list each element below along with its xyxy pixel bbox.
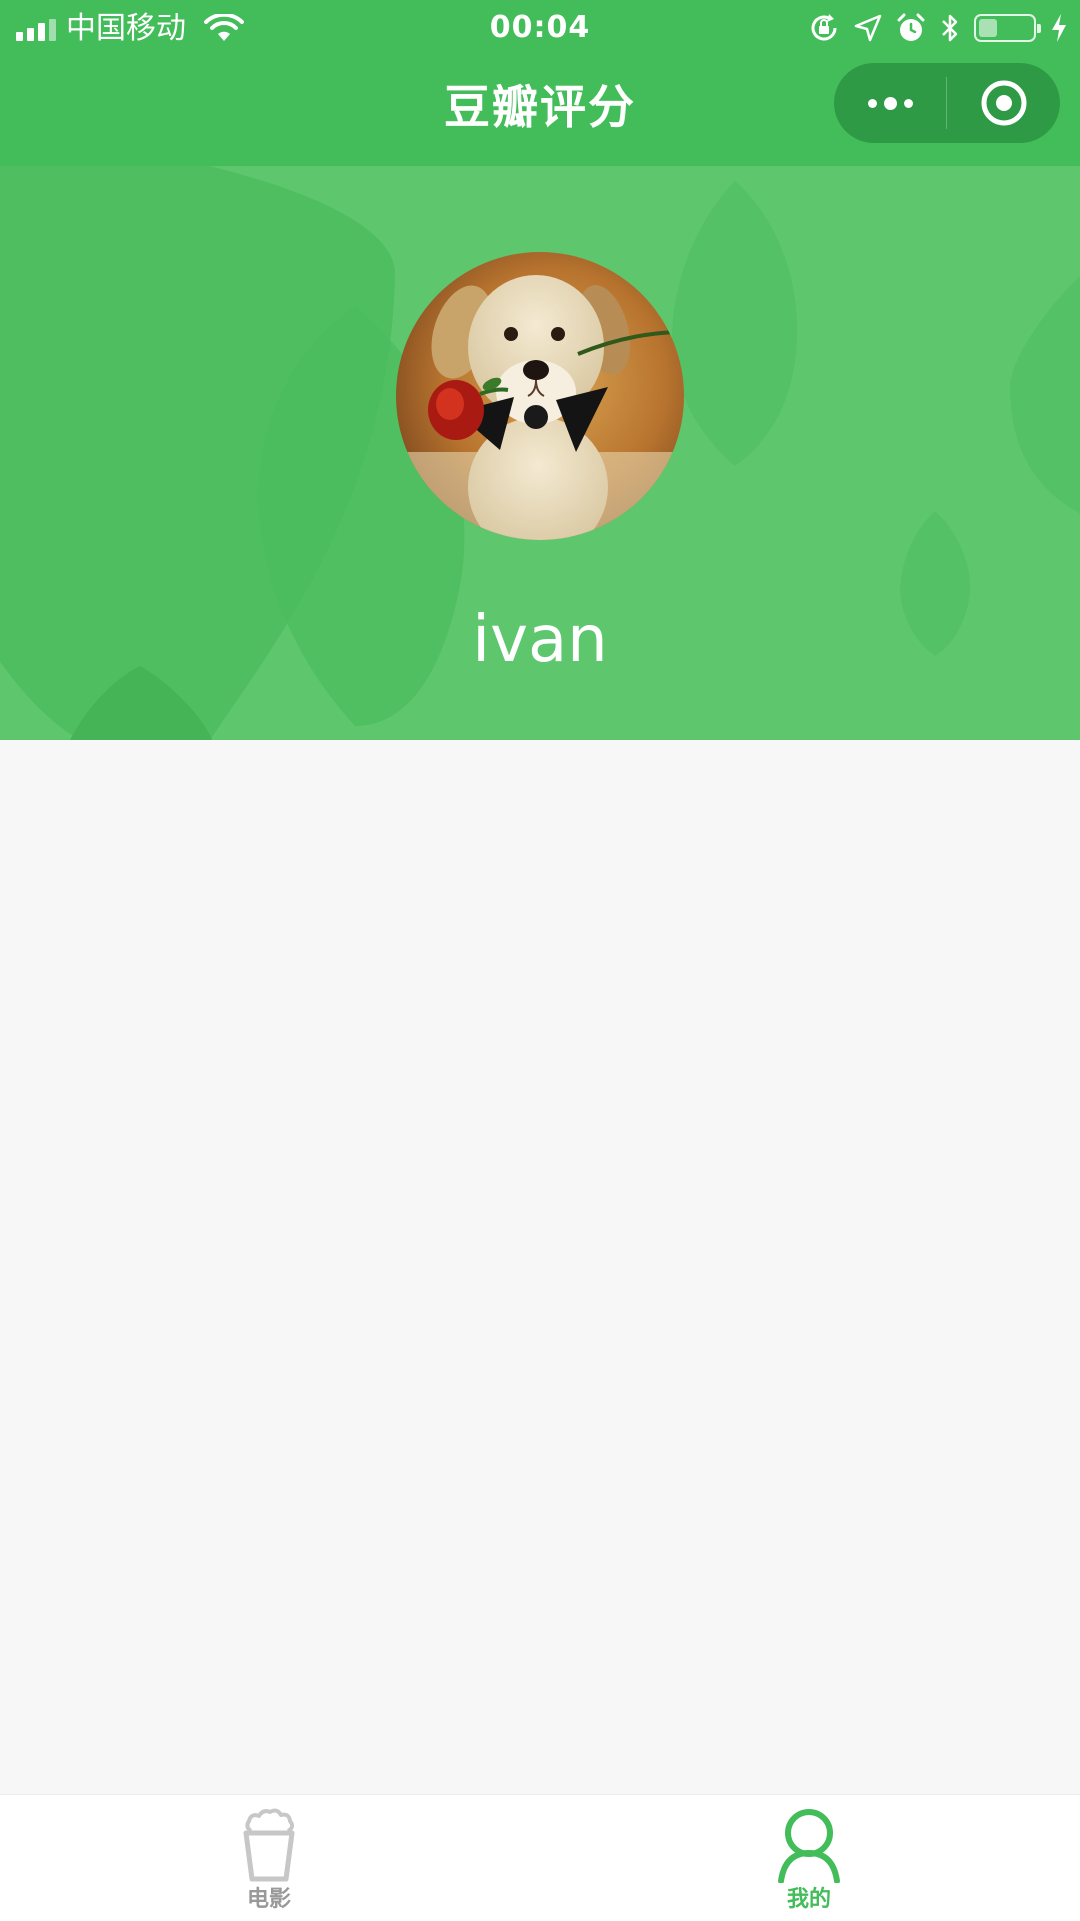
status-right [808,10,1068,46]
tab-movie-label: 电影 [246,1887,291,1912]
rotation-lock-icon [811,14,837,41]
alarm-icon [897,13,925,41]
tab-movie[interactable]: 电影 [169,1795,369,1921]
person-icon [778,1809,840,1883]
avatar[interactable] [396,252,684,540]
bottom-tab-bar: 电影 我的 [0,1794,1080,1921]
popcorn-icon [243,1808,295,1882]
battery-level [979,19,998,37]
charging-bolt-icon [1052,14,1066,42]
battery-icon [974,14,1041,42]
target-circle-icon [981,80,1026,126]
tab-mine[interactable]: 我的 [709,1795,909,1921]
close-mini-program-button[interactable] [947,63,1060,143]
mini-program-capsule [834,63,1060,143]
puppy-with-rose-image [396,252,684,540]
tab-mine-label: 我的 [786,1887,831,1912]
status-bar: 中国移动 00:04 [0,0,1080,55]
navigation-bar: 豆瓣评分 [0,55,1080,166]
location-arrow-icon [854,14,882,42]
profile-header: ivan [0,166,1080,740]
username: ivan [472,603,608,677]
bluetooth-icon [942,14,958,42]
more-dots-icon[interactable] [834,63,946,143]
